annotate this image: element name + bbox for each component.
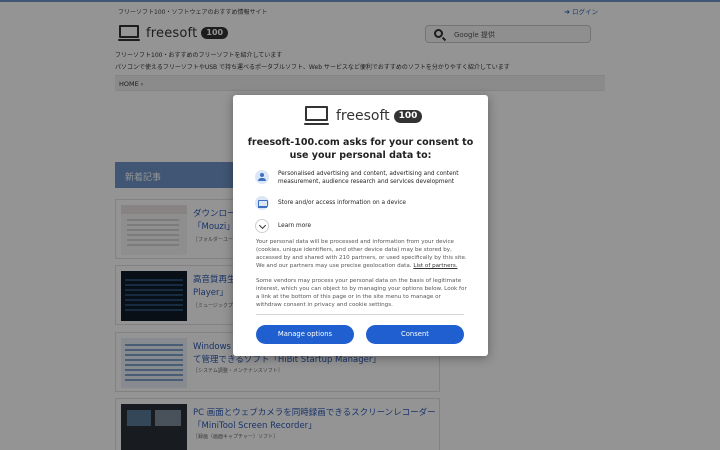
purpose-item: Personalised advertising and content, ad… [255, 170, 470, 186]
consent-button[interactable]: Consent [366, 325, 464, 344]
consent-paragraph-interest: Some vendors may process your personal d… [256, 278, 467, 309]
learn-more-label[interactable]: Learn more [278, 223, 311, 229]
dialog-logo-badge: 100 [393, 109, 423, 123]
person-icon [255, 170, 269, 184]
consent-paragraph-data: Your personal data will be processed and… [256, 239, 467, 270]
divider [256, 314, 464, 315]
manage-options-button[interactable]: Manage options [256, 325, 354, 344]
purpose-text: Store and/or access information on a dev… [278, 200, 406, 206]
dialog-logo: freesoft 100 [304, 106, 423, 126]
dialog-logo-word: freesoft [336, 108, 390, 124]
consent-title: freesoft-100.com asks for your consent t… [247, 137, 474, 161]
learn-more-toggle[interactable]: Learn more [255, 219, 311, 233]
chevron-down-icon[interactable] [255, 219, 269, 233]
device-icon [255, 196, 269, 210]
monitor-icon [304, 106, 329, 126]
partners-link[interactable]: List of partners. [413, 263, 457, 269]
purpose-item: Store and/or access information on a dev… [255, 196, 470, 210]
purpose-text: Personalised advertising and content, ad… [278, 171, 459, 185]
consent-dialog: freesoft 100 freesoft-100.com asks for y… [233, 95, 488, 356]
